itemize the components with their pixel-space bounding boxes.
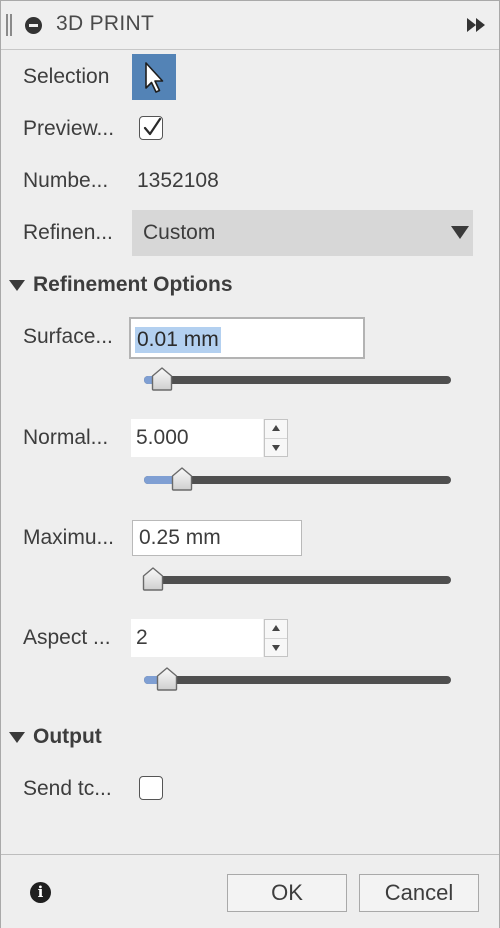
slider-track [144,576,451,584]
info-icon[interactable]: i [30,882,51,903]
surface-input[interactable]: 0.01 mm [129,317,365,359]
normal-spinner[interactable] [264,419,288,457]
increment-arrow-icon[interactable] [272,625,280,631]
fast-forward-icon[interactable] [467,18,487,32]
refinement-options-header[interactable]: Refinement Options [9,273,269,299]
surface-label: Surface... [23,325,113,348]
title-bar[interactable]: 3D PRINT [1,1,499,50]
selection-label: Selection [23,65,110,88]
chevron-down-icon [451,226,469,239]
aspect-input[interactable] [131,619,263,657]
send-to-checkbox[interactable] [139,776,163,800]
maximum-label: Maximu... [23,526,115,549]
decrement-arrow-icon[interactable] [272,445,280,451]
maximum-slider[interactable] [142,565,453,595]
ok-button[interactable]: OK [227,874,347,912]
output-header[interactable]: Output [9,725,149,751]
aspect-label: Aspect ... [23,626,111,649]
checkmark-icon [143,117,162,136]
number-label: Numbe... [23,169,109,192]
aspect-spinner[interactable] [264,619,288,657]
normal-input-field[interactable] [132,420,262,456]
selection-button[interactable] [132,54,176,100]
maximum-input-field[interactable] [133,521,301,555]
refinement-label: Refinen... [23,221,113,244]
slider-thumb[interactable] [151,367,173,391]
cancel-button[interactable]: Cancel [359,874,479,912]
send-to-label: Send tc... [23,777,112,800]
normal-input[interactable] [131,419,263,457]
refinement-value: Custom [143,221,216,244]
3d-print-dialog: 3D PRINT Selection Preview... Numbe... 1… [0,0,500,928]
normal-label: Normal... [23,426,109,449]
decrement-arrow-icon[interactable] [272,645,280,651]
pointer-arrow-icon [145,62,164,93]
dialog-footer: i OK Cancel [1,854,499,928]
surface-slider[interactable] [142,365,453,395]
preview-label: Preview... [23,117,115,140]
collapse-dialog-icon[interactable] [25,17,42,34]
preview-checkbox[interactable] [139,116,163,140]
slider-thumb[interactable] [142,567,164,591]
normal-slider[interactable] [142,465,453,495]
collapse-triangle-icon [9,732,25,743]
dialog-title: 3D PRINT [56,12,155,35]
increment-arrow-icon[interactable] [272,425,280,431]
surface-value-selected: 0.01 mm [135,327,221,353]
aspect-slider[interactable] [142,665,453,695]
drag-grip-icon[interactable] [6,14,12,36]
slider-thumb[interactable] [171,467,193,491]
collapse-triangle-icon [9,280,25,291]
maximum-input[interactable] [132,520,302,556]
refinement-dropdown[interactable]: Custom [132,210,473,256]
number-value: 1352108 [137,169,219,192]
slider-track [144,676,451,684]
aspect-input-field[interactable] [132,620,262,656]
slider-thumb[interactable] [156,667,178,691]
slider-track [144,376,451,384]
